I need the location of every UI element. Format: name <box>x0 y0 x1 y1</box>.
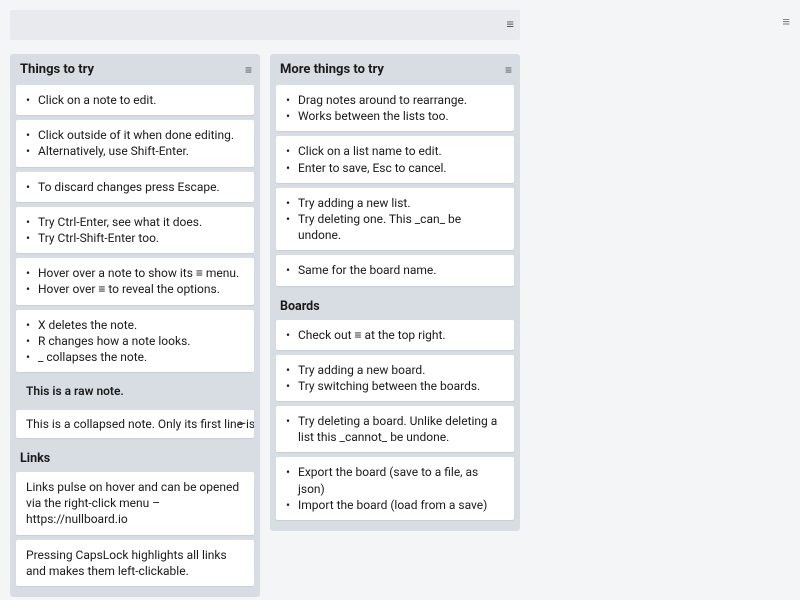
note-bullet: Alternatively, use Shift-Enter. <box>26 143 244 159</box>
note[interactable]: Click outside of it when done editing.Al… <box>16 120 254 166</box>
note-bullet: Click on a note to edit. <box>26 92 244 108</box>
note-bullet: Try switching between the boards. <box>286 378 504 394</box>
note-bullet-list: Click outside of it when done editing.Al… <box>26 127 244 159</box>
note[interactable]: Hover over a note to show its ≡ menu.Hov… <box>16 258 254 304</box>
note-bullet: Try adding a new board. <box>286 362 504 378</box>
note-bullet-list: Try adding a new list.Try deleting one. … <box>286 195 504 244</box>
note-bullet: _ collapses the note. <box>26 349 244 365</box>
notes-group: Links pulse on hover and can be opened v… <box>10 472 260 586</box>
note-bullet-list: X deletes the note.R changes how a note … <box>26 317 244 366</box>
note-bullet-list: Try Ctrl-Enter, see what it does.Try Ctr… <box>26 214 244 246</box>
note-bullet: Export the board (save to a file, as jso… <box>286 464 504 496</box>
note-bullet: Works between the lists too. <box>286 108 504 124</box>
note-bullet-list: To discard changes press Escape. <box>26 179 244 195</box>
note-bullet: Enter to save, Esc to cancel. <box>286 160 504 176</box>
note[interactable]: Try adding a new board.Try switching bet… <box>276 355 514 401</box>
note[interactable]: X deletes the note.R changes how a note … <box>16 310 254 373</box>
note-bullet-list: Try adding a new board.Try switching bet… <box>286 362 504 394</box>
note-bullet: Drag notes around to rearrange. <box>286 92 504 108</box>
note-bullet-list: Check out ≡ at the top right. <box>286 327 504 343</box>
note-bullet-list: Export the board (save to a file, as jso… <box>286 464 504 513</box>
section-heading: Links <box>10 443 260 472</box>
note[interactable]: Try adding a new list.Try deleting one. … <box>276 188 514 251</box>
board-header[interactable] <box>10 10 520 40</box>
note-bullet: Click outside of it when done editing. <box>26 127 244 143</box>
notes-group: Drag notes around to rearrange.Works bet… <box>270 85 520 286</box>
note-raw[interactable]: This is a raw note. <box>16 377 254 405</box>
note-text: This is a collapsed note. Only its first… <box>26 417 254 431</box>
note[interactable]: Try deleting a board. Unlike deleting a … <box>276 406 514 452</box>
note[interactable]: Links pulse on hover and can be opened v… <box>16 472 254 535</box>
note-bullet: To discard changes press Escape. <box>26 179 244 195</box>
note[interactable]: Export the board (save to a file, as jso… <box>276 457 514 520</box>
lists-container: Things to tryClick on a note to edit.Cli… <box>10 54 800 597</box>
list-menu-icon[interactable] <box>505 63 512 77</box>
notes-group: Click on a note to edit. Click outside of… <box>10 85 260 438</box>
note-bullet: Try deleting one. This _can_ be undone. <box>286 211 504 243</box>
list-title[interactable]: More things to try <box>270 54 520 85</box>
list-menu-icon[interactable] <box>245 63 252 77</box>
app-menu-icon[interactable] <box>782 14 790 30</box>
note-bullet-list: Drag notes around to rearrange.Works bet… <box>286 92 504 124</box>
note-bullet: Try Ctrl-Shift-Enter too. <box>26 230 244 246</box>
note-bullet: Check out ≡ at the top right. <box>286 327 504 343</box>
note-bullet: Import the board (load from a save) <box>286 497 504 513</box>
list: Things to tryClick on a note to edit.Cli… <box>10 54 260 597</box>
note-text: Links pulse on hover and can be opened v… <box>26 479 244 528</box>
note-bullet-list: Click on a list name to edit.Enter to sa… <box>286 143 504 175</box>
note-bullet: R changes how a note looks. <box>26 333 244 349</box>
note-text: Pressing CapsLock highlights all links a… <box>26 547 244 579</box>
note[interactable]: To discard changes press Escape. <box>16 172 254 202</box>
collapse-indicator-icon: – <box>238 416 246 430</box>
note-collapsed[interactable]: This is a collapsed note. Only its first… <box>16 410 254 438</box>
note-bullet: Try deleting a board. Unlike deleting a … <box>286 413 504 445</box>
note[interactable]: Pressing CapsLock highlights all links a… <box>16 540 254 586</box>
note[interactable]: Click on a note to edit. <box>16 85 254 115</box>
note-bullet-list: Hover over a note to show its ≡ menu.Hov… <box>26 265 244 297</box>
note[interactable]: Check out ≡ at the top right. <box>276 320 514 350</box>
note[interactable]: Same for the board name. <box>276 255 514 285</box>
note-bullet: Try adding a new list. <box>286 195 504 211</box>
section-heading: Boards <box>270 291 520 320</box>
note-bullet-list: Try deleting a board. Unlike deleting a … <box>286 413 504 445</box>
list: More things to try Drag notes around to r… <box>270 54 520 531</box>
note-bullet: Try Ctrl-Enter, see what it does. <box>26 214 244 230</box>
note-bullet-list: Same for the board name. <box>286 262 504 278</box>
note-bullet: Hover over a note to show its ≡ menu. <box>26 265 244 281</box>
note-bullet-list: Click on a note to edit. <box>26 92 244 108</box>
note-bullet: Same for the board name. <box>286 262 504 278</box>
board-menu-icon[interactable] <box>506 19 514 32</box>
note-bullet: X deletes the note. <box>26 317 244 333</box>
note[interactable]: Click on a list name to edit.Enter to sa… <box>276 136 514 182</box>
note[interactable]: Drag notes around to rearrange.Works bet… <box>276 85 514 131</box>
notes-group: Check out ≡ at the top right. Try adding … <box>270 320 520 521</box>
note[interactable]: Try Ctrl-Enter, see what it does.Try Ctr… <box>16 207 254 253</box>
note-bullet: Click on a list name to edit. <box>286 143 504 159</box>
note-bullet: Hover over ≡ to reveal the options. <box>26 281 244 297</box>
list-title[interactable]: Things to try <box>10 54 260 85</box>
